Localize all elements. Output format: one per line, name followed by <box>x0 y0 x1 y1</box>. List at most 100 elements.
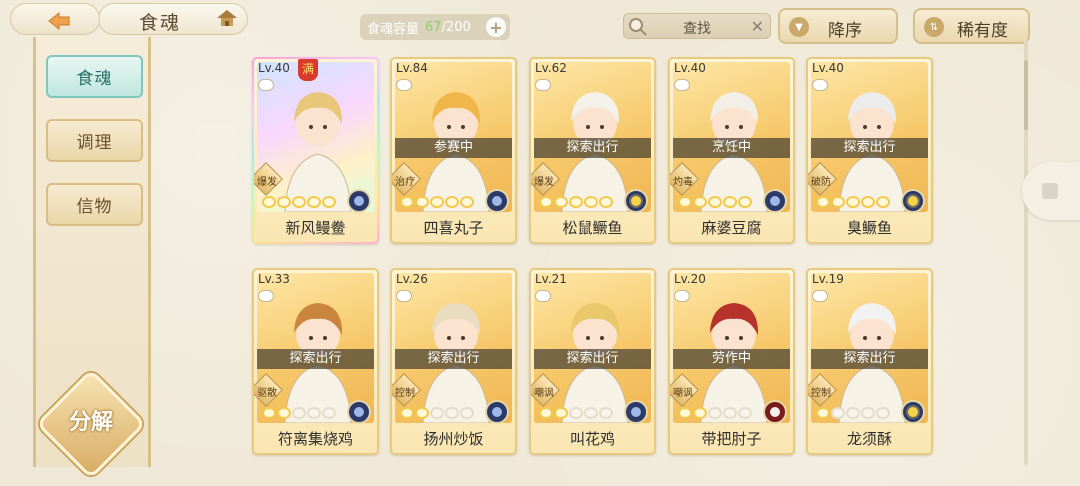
role-label: 嘲讽 <box>673 388 693 399</box>
star-icon <box>876 196 890 208</box>
search-input[interactable]: 查找 ✕ <box>623 13 771 39</box>
food-soul-card[interactable]: Lv.19 探索出行 控制 龙须酥 <box>806 268 933 455</box>
status-banner: 探索出行 <box>811 349 928 369</box>
star-icon <box>861 196 875 208</box>
star-icon <box>584 196 598 208</box>
star-rating <box>400 196 474 208</box>
rarity-medal-icon <box>624 189 648 213</box>
star-icon <box>569 407 583 419</box>
star-rating <box>539 407 613 419</box>
eye-icon <box>535 79 551 91</box>
character-name: 叫花鸡 <box>569 430 615 448</box>
eye-icon <box>396 290 412 302</box>
star-icon <box>678 196 692 208</box>
role-label: 爆发 <box>257 177 277 188</box>
role-label: 破防 <box>811 177 831 188</box>
character-name: 麻婆豆腐 <box>701 219 762 237</box>
food-soul-card[interactable]: Lv.33 探索出行驱散符离集烧鸡 <box>252 268 379 455</box>
level-label: Lv.33 <box>258 272 290 286</box>
star-icon <box>445 407 459 419</box>
star-icon <box>816 196 830 208</box>
page-title: 食魂 <box>139 12 182 34</box>
scrollbar-thumb[interactable] <box>1024 60 1028 130</box>
character-name: 符离集烧鸡 <box>277 430 353 448</box>
sidebar-item-soul[interactable]: 食魂 <box>46 55 143 98</box>
level-label: Lv.26 <box>396 272 428 286</box>
sidebar-item-token[interactable]: 信物 <box>46 183 143 226</box>
decompose-label: 分解 <box>68 409 113 435</box>
rarity-medal-icon <box>763 400 787 424</box>
star-icon <box>693 407 707 419</box>
star-icon <box>262 407 276 419</box>
star-icon <box>831 407 845 419</box>
eye-icon <box>812 79 828 91</box>
drawer-icon <box>1042 183 1058 199</box>
star-icon <box>430 407 444 419</box>
sidebar-item-conditioning[interactable]: 调理 <box>46 119 143 162</box>
add-capacity-button[interactable]: + <box>486 17 506 37</box>
star-icon <box>292 407 306 419</box>
star-icon <box>554 196 568 208</box>
status-banner: 探索出行 <box>534 138 651 158</box>
home-icon[interactable] <box>215 8 239 28</box>
star-icon <box>277 407 291 419</box>
star-icon <box>400 407 414 419</box>
rarity-medal-icon <box>901 189 925 213</box>
max-badge: 满 <box>298 59 318 81</box>
star-rating <box>539 196 613 208</box>
star-icon <box>861 407 875 419</box>
status-banner: 探索出行 <box>534 349 651 369</box>
role-label: 控制 <box>395 388 415 399</box>
star-icon <box>292 196 306 208</box>
star-icon <box>723 407 737 419</box>
character-name: 四喜丸子 <box>423 219 484 237</box>
character-figure <box>284 92 352 212</box>
food-soul-card[interactable]: Lv.40 烹饪中 灼毒 麻婆豆腐 <box>668 57 795 244</box>
status-banner: 探索出行 <box>811 138 928 158</box>
star-icon <box>277 196 291 208</box>
star-icon <box>569 196 583 208</box>
star-icon <box>262 196 276 208</box>
star-icon <box>723 196 737 208</box>
back-arrow-icon <box>48 11 70 31</box>
eye-icon <box>258 290 274 302</box>
eye-icon <box>258 79 274 91</box>
star-icon <box>708 196 722 208</box>
star-icon <box>445 196 459 208</box>
star-icon <box>584 407 598 419</box>
role-label: 驱散 <box>257 388 277 399</box>
clear-icon[interactable]: ✕ <box>751 17 764 36</box>
character-name: 带把肘子 <box>701 430 762 448</box>
role-label: 灼毒 <box>673 177 693 188</box>
food-soul-card[interactable]: Lv.62 探索出行 爆发 松鼠鳜鱼 <box>529 57 656 244</box>
food-soul-card[interactable]: Lv.26 探索出行 控制 扬州炒饭 <box>390 268 517 455</box>
food-soul-card[interactable]: Lv.84 参赛中 治疗 四喜丸子 <box>390 57 517 244</box>
status-banner: 探索出行 <box>257 349 374 369</box>
back-button[interactable] <box>10 3 100 35</box>
rarity-medal-icon <box>485 400 509 424</box>
role-label: 嘲讽 <box>534 388 554 399</box>
star-icon <box>415 196 429 208</box>
star-icon <box>876 407 890 419</box>
star-icon <box>400 196 414 208</box>
food-soul-card[interactable]: Lv.40 满爆发 新风鳗鲞 <box>252 57 379 244</box>
star-icon <box>322 196 336 208</box>
food-soul-card[interactable]: Lv.21 探索出行 嘲讽 叫花鸡 <box>529 268 656 455</box>
star-icon <box>738 407 752 419</box>
character-name: 松鼠鳜鱼 <box>562 219 623 237</box>
food-soul-card[interactable]: Lv.20 劳作中 嘲讽 带把肘子 <box>668 268 795 455</box>
star-rating <box>400 407 474 419</box>
sidebar-item-label: 调理 <box>76 133 113 153</box>
capacity-label: 食魂容量 <box>367 21 420 37</box>
rarity-medal-icon <box>347 400 371 424</box>
search-placeholder: 查找 <box>683 21 711 37</box>
star-rating <box>816 196 890 208</box>
level-label: Lv.20 <box>674 272 706 286</box>
star-rating <box>262 407 336 419</box>
star-icon <box>738 196 752 208</box>
character-name: 新风鳗鲞 <box>285 219 346 237</box>
level-label: Lv.19 <box>812 272 844 286</box>
star-icon <box>599 407 613 419</box>
character-name: 扬州炒饭 <box>423 430 484 448</box>
food-soul-card[interactable]: Lv.40 探索出行 破防 臭鳜鱼 <box>806 57 933 244</box>
